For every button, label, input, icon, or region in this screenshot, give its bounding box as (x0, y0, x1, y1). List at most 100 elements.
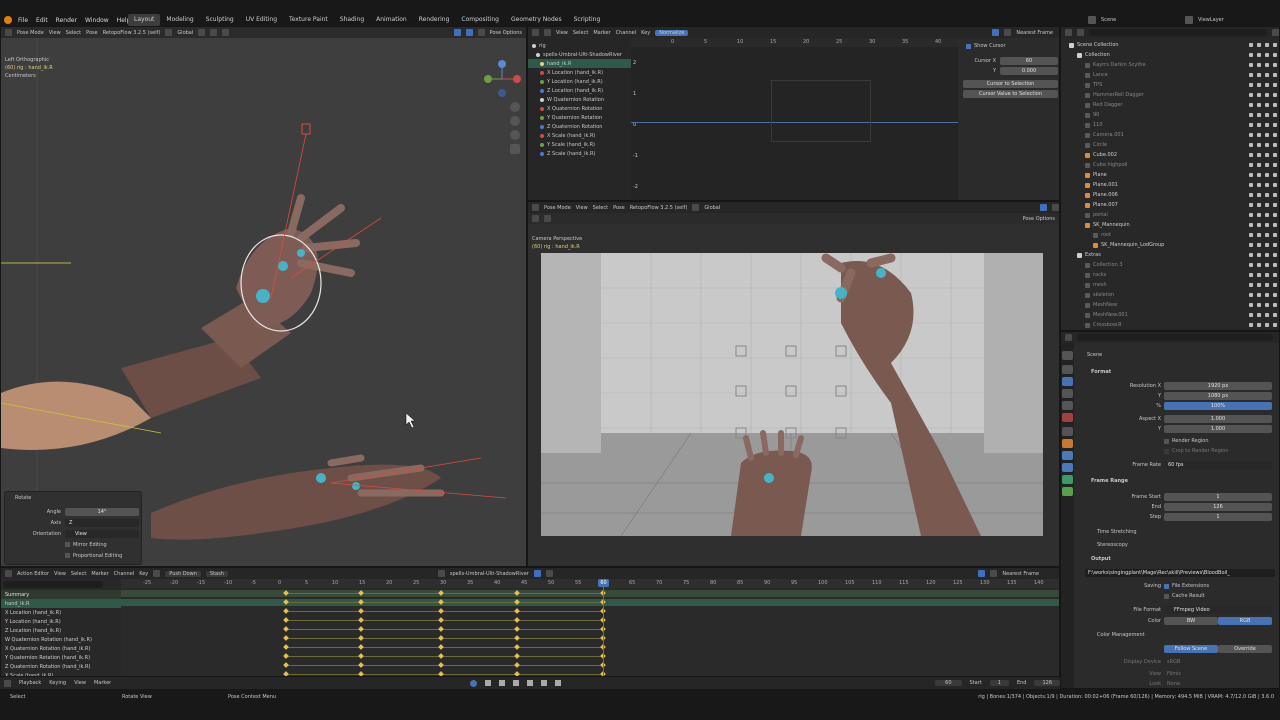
outliner-visibility-toggles[interactable] (1249, 143, 1277, 147)
keyframe[interactable] (358, 635, 364, 641)
graph-channel-2[interactable]: hand_ik.R (528, 59, 631, 68)
proportional-checkbox[interactable] (65, 553, 70, 558)
outliner-visibility-toggles[interactable] (1249, 103, 1277, 107)
outliner-visibility-toggles[interactable] (1249, 273, 1277, 277)
play-icon[interactable] (527, 680, 534, 686)
viewport-left[interactable]: Pose Mode View Select Pose RetopoFlow 3.… (0, 26, 527, 567)
scene-tab-icon[interactable] (1062, 401, 1073, 410)
grid-ortho-icon[interactable] (510, 144, 520, 154)
outliner-item[interactable]: Circle (1061, 140, 1279, 150)
keyframe[interactable] (283, 644, 289, 650)
keyframe[interactable] (358, 653, 364, 659)
tab-compositing[interactable]: Compositing (455, 14, 505, 26)
keyframe[interactable] (358, 662, 364, 668)
data-tab-icon[interactable] (1062, 487, 1073, 496)
graph-channel-7[interactable]: X Quaternion Rotation (528, 104, 631, 113)
outliner-type-icon[interactable] (1065, 29, 1072, 36)
aspect-x-field[interactable]: 1.000 (1164, 415, 1272, 423)
outliner-display-mode-icon[interactable] (1077, 29, 1084, 36)
viewlayer-icon[interactable] (1185, 16, 1193, 24)
outliner-item[interactable]: MeshNew.001 (1061, 310, 1279, 320)
cache-result-checkbox[interactable] (1164, 594, 1169, 599)
keyframe[interactable] (283, 626, 289, 632)
outliner-visibility-toggles[interactable] (1249, 323, 1277, 327)
action-channel-2[interactable]: X Location (hand_ik.R) (1, 608, 121, 617)
outliner-visibility-toggles[interactable] (1249, 153, 1277, 157)
action-keyframe-type-icon[interactable] (153, 570, 161, 577)
resolution-y-field[interactable]: 1080 px (1164, 392, 1272, 400)
outliner-visibility-toggles[interactable] (1249, 223, 1277, 227)
keyframe[interactable] (514, 662, 520, 668)
outliner-visibility-toggles[interactable] (1249, 293, 1277, 297)
outliner-item[interactable]: TPS (1061, 80, 1279, 90)
action-menu-select[interactable]: Select (71, 571, 86, 577)
look-value[interactable]: None (1167, 681, 1180, 687)
cursor-value-to-selection-button[interactable]: Cursor Value to Selection (963, 90, 1058, 98)
graph-channel-12[interactable]: Z Scale (hand_ik.R) (528, 149, 631, 158)
outliner-visibility-toggles[interactable] (1249, 43, 1277, 47)
keyframe[interactable] (514, 626, 520, 632)
action-channel-4[interactable]: Z Location (hand_ik.R) (1, 626, 121, 635)
stash-button[interactable]: Stash (205, 570, 228, 577)
jump-start-icon[interactable] (485, 680, 492, 686)
outliner-visibility-toggles[interactable] (1249, 83, 1277, 87)
action-channel-7[interactable]: Y Quaternion Rotation (hand_ik.R) (1, 653, 121, 662)
outliner-visibility-toggles[interactable] (1249, 253, 1277, 257)
outliner-item[interactable]: Plane.007 (1061, 200, 1279, 210)
tab-scripting[interactable]: Scripting (568, 14, 607, 26)
outliner-item[interactable]: Collection 3 (1061, 260, 1279, 270)
keyframe[interactable] (514, 644, 520, 650)
graph-menu-marker[interactable]: Marker (593, 30, 610, 36)
frame-range-header[interactable]: Frame Range (1091, 478, 1128, 484)
tab-texture-paint[interactable]: Texture Paint (283, 14, 334, 26)
outliner-visibility-toggles[interactable] (1249, 123, 1277, 127)
graph-channel-5[interactable]: Z Location (hand_ik.R) (528, 86, 631, 95)
tab-geometry-nodes[interactable]: Geometry Nodes (505, 14, 568, 26)
color-bw-button[interactable]: BW (1164, 617, 1218, 625)
render-region-checkbox[interactable] (1164, 439, 1169, 444)
graph-channel-0[interactable]: rig (528, 41, 631, 50)
menu-window[interactable]: Window (81, 17, 113, 24)
render-tab-icon[interactable] (1062, 365, 1073, 374)
action-channel-5[interactable]: W Quaternion Rotation (hand_ik.R) (1, 635, 121, 644)
outliner-item[interactable]: Extras (1061, 250, 1279, 260)
outliner-item[interactable]: Plane.001 (1061, 180, 1279, 190)
timeline-menu-keying[interactable]: Keying (49, 680, 66, 686)
graph-channel-4[interactable]: Y Location (hand_ik.R) (528, 77, 631, 86)
outliner-visibility-toggles[interactable] (1249, 93, 1277, 97)
crop-checkbox[interactable] (1164, 449, 1169, 454)
transform-orientation[interactable]: Global (177, 30, 193, 36)
camera-transform-orientation[interactable]: Global (704, 205, 720, 211)
action-channel-6[interactable]: X Quaternion Rotation (hand_ik.R) (1, 644, 121, 653)
zoom-icon[interactable] (510, 102, 520, 112)
keyframe[interactable] (438, 626, 444, 632)
outliner-visibility-toggles[interactable] (1249, 63, 1277, 67)
action-channel-3[interactable]: Y Location (hand_ik.R) (1, 617, 121, 626)
next-key-icon[interactable] (541, 680, 548, 686)
outliner-item[interactable]: Lance (1061, 70, 1279, 80)
outliner-visibility-toggles[interactable] (1249, 283, 1277, 287)
keyframe[interactable] (438, 662, 444, 668)
outliner-item[interactable]: racks (1061, 270, 1279, 280)
keyframe[interactable] (514, 608, 520, 614)
blender-logo-icon[interactable] (4, 16, 12, 24)
scene-selector[interactable]: Scene (1101, 17, 1116, 23)
properties-editor[interactable]: Scene Format Resolution X 1920 px Y 1080… (1060, 331, 1280, 689)
view-transform-value[interactable]: Filmic (1167, 671, 1181, 677)
dopesheet-mode-select[interactable]: Action Editor (17, 571, 49, 577)
collection-tab-icon[interactable] (1062, 427, 1073, 436)
push-down-button[interactable]: Push Down (165, 570, 201, 577)
action-snap-icon[interactable] (990, 570, 998, 577)
camera-pose-options[interactable]: Pose Options (1023, 216, 1059, 222)
graph-area[interactable]: 0 5 10 15 20 25 30 35 40 2 1 0 -1 -2 (631, 38, 958, 200)
properties-search-input[interactable] (1077, 334, 1273, 341)
properties-type-icon[interactable] (1065, 334, 1072, 341)
menu-view[interactable]: View (49, 30, 61, 36)
color-rgb-button[interactable]: RGB (1218, 617, 1272, 625)
outliner-item[interactable]: Kayrrs Darkin Scythe (1061, 60, 1279, 70)
graph-menu-channel[interactable]: Channel (616, 30, 637, 36)
output-panel-header[interactable]: Output (1091, 556, 1111, 562)
jump-end-icon[interactable] (555, 680, 562, 686)
override-button[interactable]: Override (1218, 645, 1272, 653)
menu-render[interactable]: Render (52, 17, 81, 24)
